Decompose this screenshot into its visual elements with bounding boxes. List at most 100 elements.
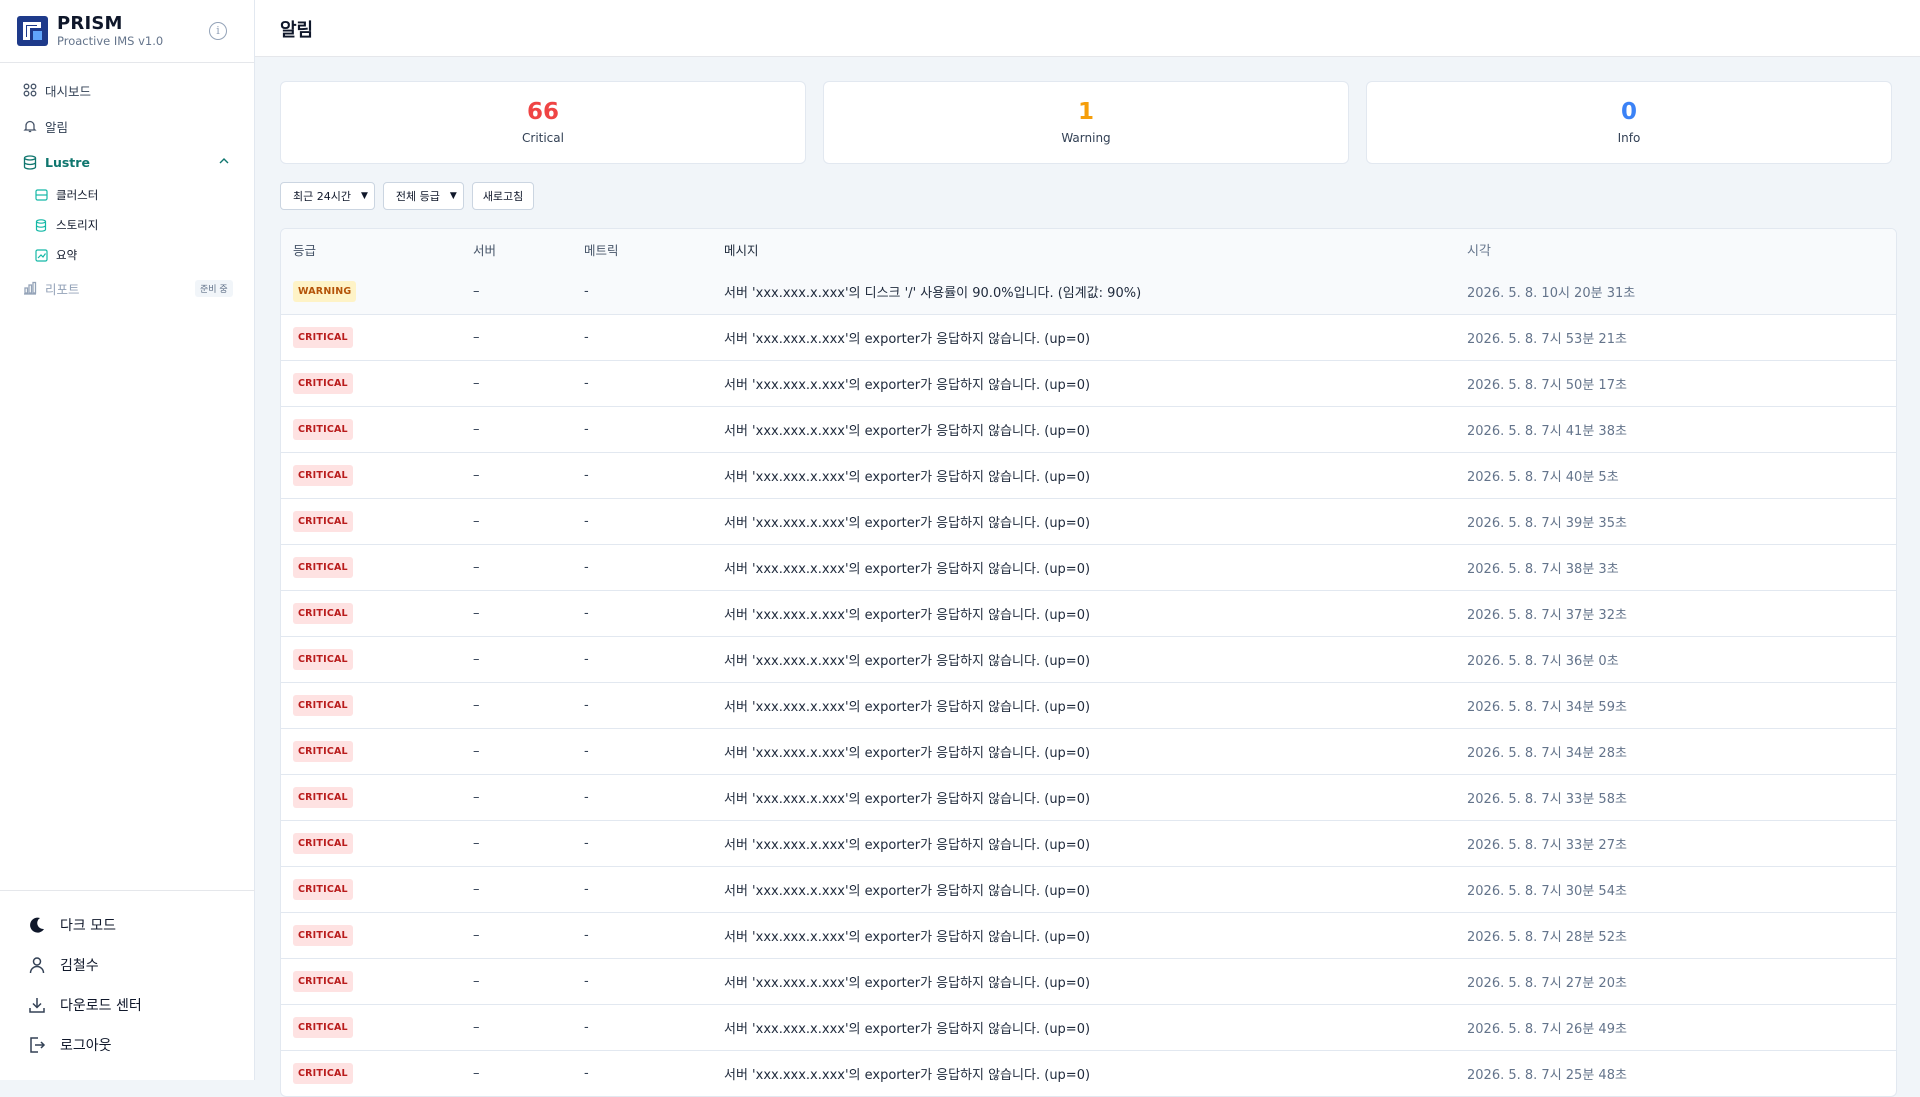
level-select[interactable]: 전체 등급 ▼ <box>382 182 464 210</box>
table-row[interactable]: CRITICAL – - 서버 'xxx.xxx.x.xxx'의 exporter가 … <box>281 360 1896 406</box>
table-row[interactable]: CRITICAL – - 서버 'xxx.xxx.x.xxx'의 exporter가 … <box>281 498 1896 544</box>
dark-mode-label: 다크 모드 <box>60 918 116 934</box>
table-row[interactable]: CRITICAL – - 서버 'xxx.xxx.x.xxx'의 exporter가 … <box>281 544 1896 590</box>
sidebar-bottom: 다크 모드 김철수 다운로드 센터 로그아웃 <box>0 890 255 1065</box>
time-cell: 2026. 5. 8. 7시 53분 21초 <box>1467 332 1627 347</box>
download-center-label: 다운로드 센터 <box>60 998 142 1014</box>
level-cell: CRITICAL <box>281 1017 473 1038</box>
sidebar-subitem-summary[interactable]: 요약 <box>0 240 255 270</box>
table-row[interactable]: CRITICAL – - 서버 'xxx.xxx.x.xxx'의 exporter가 … <box>281 1050 1896 1096</box>
time-cell: 2026. 5. 8. 7시 33분 58초 <box>1467 792 1627 807</box>
table-row[interactable]: CRITICAL – - 서버 'xxx.xxx.x.xxx'의 exporter가 … <box>281 820 1896 866</box>
table-row[interactable]: CRITICAL – - 서버 'xxx.xxx.x.xxx'의 exporter가 … <box>281 912 1896 958</box>
server-cell: – <box>473 928 480 943</box>
sidebar-item-report: 리포트 준비 중 <box>0 270 255 306</box>
bar-chart-icon <box>22 281 37 296</box>
metric-cell: - <box>584 744 589 759</box>
server-icon <box>35 188 49 202</box>
user-name: 김철수 <box>60 958 99 974</box>
level-cell: CRITICAL <box>281 787 473 808</box>
info-count-card: 0 Info <box>1366 81 1892 164</box>
metric-cell: - <box>584 284 589 299</box>
grid-icon <box>22 83 37 98</box>
time-cell: 2026. 5. 8. 7시 38분 3초 <box>1467 562 1619 577</box>
download-center-button[interactable]: 다운로드 센터 <box>0 985 255 1025</box>
database-icon <box>22 154 37 170</box>
message-cell: 서버 'xxx.xxx.x.xxx'의 exporter가 응답하지 않습니다.… <box>724 516 1091 531</box>
header-message[interactable]: 메시지 <box>724 240 1467 259</box>
table-row[interactable]: CRITICAL – - 서버 'xxx.xxx.x.xxx'의 exporter가 … <box>281 406 1896 452</box>
table-row[interactable]: CRITICAL – - 서버 'xxx.xxx.x.xxx'의 exporter가 … <box>281 682 1896 728</box>
period-select-value: 최근 24시간 <box>293 190 351 203</box>
filter-bar: 최근 24시간 ▼ 전체 등급 ▼ 새로고침 <box>280 182 535 210</box>
table-row[interactable]: CRITICAL – - 서버 'xxx.xxx.x.xxx'의 exporter가 … <box>281 636 1896 682</box>
refresh-button[interactable]: 새로고침 <box>471 182 535 210</box>
logout-button[interactable]: 로그아웃 <box>0 1025 255 1065</box>
dark-mode-button[interactable]: 다크 모드 <box>0 905 255 945</box>
sidebar-item-dashboard[interactable]: 대시보드 <box>0 72 255 108</box>
message-cell: 서버 'xxx.xxx.x.xxx'의 exporter가 응답하지 않습니다.… <box>724 424 1091 439</box>
message-cell: 서버 'xxx.xxx.x.xxx'의 exporter가 응답하지 않습니다.… <box>724 1068 1091 1083</box>
header-server[interactable]: 서버 <box>473 240 584 259</box>
info-icon[interactable]: i <box>209 22 227 40</box>
message-cell: 서버 'xxx.xxx.x.xxx'의 exporter가 응답하지 않습니다.… <box>724 1022 1091 1037</box>
metric-cell: - <box>584 698 589 713</box>
time-cell: 2026. 5. 8. 7시 28분 52초 <box>1467 930 1627 945</box>
level-badge: CRITICAL <box>293 1017 353 1038</box>
time-cell: 2026. 5. 8. 7시 33분 27초 <box>1467 838 1627 853</box>
level-badge: CRITICAL <box>293 557 353 578</box>
table-row[interactable]: CRITICAL – - 서버 'xxx.xxx.x.xxx'의 exporter가 … <box>281 774 1896 820</box>
server-cell: – <box>473 744 480 759</box>
metric-cell: - <box>584 1020 589 1035</box>
message-cell: 서버 'xxx.xxx.x.xxx'의 exporter가 응답하지 않습니다.… <box>724 884 1091 899</box>
level-badge: CRITICAL <box>293 787 353 808</box>
metric-cell: - <box>584 882 589 897</box>
period-select[interactable]: 최근 24시간 ▼ <box>280 182 375 210</box>
time-cell: 2026. 5. 8. 10시 20분 31초 <box>1467 286 1636 301</box>
table-row[interactable]: CRITICAL – - 서버 'xxx.xxx.x.xxx'의 exporter가 … <box>281 314 1896 360</box>
chevron-up-icon[interactable] <box>218 155 230 167</box>
table-row[interactable]: CRITICAL – - 서버 'xxx.xxx.x.xxx'의 exporter가 … <box>281 958 1896 1004</box>
metric-cell: - <box>584 974 589 989</box>
level-badge: CRITICAL <box>293 373 353 394</box>
level-cell: CRITICAL <box>281 419 473 440</box>
server-cell: – <box>473 606 480 621</box>
sidebar-item-lustre[interactable]: Lustre <box>0 144 255 180</box>
table-row[interactable]: CRITICAL – - 서버 'xxx.xxx.x.xxx'의 exporter가 … <box>281 1004 1896 1050</box>
level-badge: CRITICAL <box>293 1063 353 1084</box>
table-row[interactable]: WARNING – - 서버 'xxx.xxx.x.xxx'의 디스크 '/' 사용률… <box>281 269 1896 314</box>
table-row[interactable]: CRITICAL – - 서버 'xxx.xxx.x.xxx'의 exporter가 … <box>281 590 1896 636</box>
level-cell: CRITICAL <box>281 879 473 900</box>
page-title: 알림 <box>280 20 314 41</box>
time-cell: 2026. 5. 8. 7시 26분 49초 <box>1467 1022 1627 1037</box>
time-cell: 2026. 5. 8. 7시 36분 0초 <box>1467 654 1619 669</box>
time-cell: 2026. 5. 8. 7시 25분 48초 <box>1467 1068 1627 1083</box>
moon-icon <box>28 915 48 935</box>
server-cell: – <box>473 698 480 713</box>
server-cell: – <box>473 330 480 345</box>
table-row[interactable]: CRITICAL – - 서버 'xxx.xxx.x.xxx'의 exporter가 … <box>281 728 1896 774</box>
header-time[interactable]: 시각 <box>1467 240 1896 259</box>
level-cell: CRITICAL <box>281 741 473 762</box>
table-row[interactable]: CRITICAL – - 서버 'xxx.xxx.x.xxx'의 exporter가 … <box>281 866 1896 912</box>
bell-icon <box>22 119 37 134</box>
server-cell: – <box>473 284 480 299</box>
user-profile-button[interactable]: 김철수 <box>0 945 255 985</box>
chart-icon <box>35 248 49 262</box>
sidebar-subitem-storage[interactable]: 스토리지 <box>0 210 255 240</box>
level-cell: CRITICAL <box>281 833 473 854</box>
message-cell: 서버 'xxx.xxx.x.xxx'의 exporter가 응답하지 않습니다.… <box>724 700 1091 715</box>
metric-cell: - <box>584 790 589 805</box>
sidebar-subitem-cluster[interactable]: 클러스터 <box>0 180 255 210</box>
sidebar-item-label: 리포트 <box>45 281 80 297</box>
level-badge: CRITICAL <box>293 925 353 946</box>
table-row[interactable]: CRITICAL – - 서버 'xxx.xxx.x.xxx'의 exporter가 … <box>281 452 1896 498</box>
header-metric[interactable]: 메트릭 <box>584 240 724 259</box>
header-level[interactable]: 등급 <box>281 240 473 259</box>
chevron-down-icon: ▼ <box>449 191 457 201</box>
sidebar-item-label: 스토리지 <box>56 218 99 232</box>
message-cell: 서버 'xxx.xxx.x.xxx'의 디스크 '/' 사용률이 90.0%입니… <box>724 286 1142 301</box>
server-cell: – <box>473 836 480 851</box>
sidebar-item-alerts[interactable]: 알림 <box>0 108 255 144</box>
level-badge: CRITICAL <box>293 327 353 348</box>
